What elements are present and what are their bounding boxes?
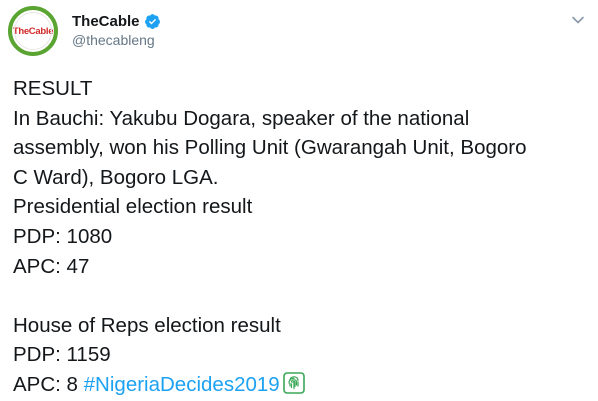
tweet-line: House of Reps election result [13,313,281,337]
chevron-down-icon[interactable] [570,12,586,28]
tweet-card: TheCable TheCable @thecableng RESULT In … [0,0,598,401]
tweet-text: RESULT In Bauchi: Yakubu Dogara, speaker… [13,74,593,400]
tweet-line: PDP: 1080 [13,224,113,248]
display-name[interactable]: TheCable [72,13,140,30]
hashtag-link[interactable]: #NigeriaDecides2019 [84,373,280,396]
verified-badge-icon [144,13,160,29]
tweet-line: PDP: 1159 [13,343,111,367]
tweet-last-line: APC: 8 #NigeriaDecides2019 [13,370,593,400]
author-name-row: TheCable [72,11,161,31]
tweet-line: APC: 47 [13,254,90,278]
tweet-line: C Ward), Bogoro LGA. [13,165,219,189]
user-handle[interactable]: @thecableng [72,32,155,48]
tweet-line: assembly, won his Polling Unit (Gwaranga… [13,136,527,160]
tweet-line-prefix: APC: 8 [13,372,78,396]
avatar[interactable]: TheCable [8,6,58,56]
avatar-ring [14,12,52,50]
fingerprint-emoji-icon [282,372,305,394]
tweet-line: In Bauchi: Yakubu Dogara, speaker of the… [13,106,470,130]
tweet-line: RESULT [13,77,93,100]
tweet-line: Presidential election result [13,195,253,219]
